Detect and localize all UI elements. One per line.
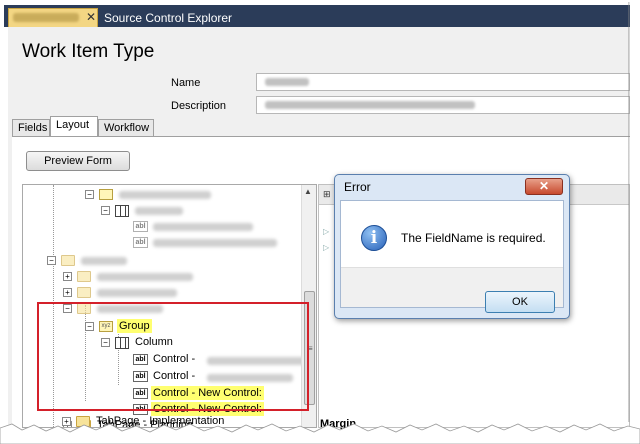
info-icon: i <box>361 225 387 251</box>
name-label: Name <box>171 77 201 89</box>
ok-button[interactable]: OK <box>485 291 555 313</box>
tree-item-label-blurred <box>81 257 127 265</box>
expander-icon[interactable]: + <box>63 288 72 297</box>
description-value-blurred <box>265 101 475 109</box>
screenshot-frame: ✕ Source Control Explorer Work Item Type… <box>0 0 640 444</box>
dialog-body: i The FieldName is required. OK <box>340 200 564 313</box>
tab-source-control-explorer[interactable]: Source Control Explorer <box>104 11 232 25</box>
tree-item-label-blurred <box>135 207 183 215</box>
expand-arrow-icon[interactable]: ▷ <box>323 243 329 252</box>
folder-icon <box>77 271 91 282</box>
tree-item-label-blurred <box>97 273 193 281</box>
expander-icon[interactable]: − <box>101 206 110 215</box>
text-control-icon: abl <box>133 237 148 248</box>
document-tab-strip: ✕ Source Control Explorer <box>4 5 630 27</box>
dialog-close-button[interactable]: ✕ <box>525 178 563 195</box>
tab-layout[interactable]: Layout <box>50 116 98 137</box>
expand-arrow-icon[interactable]: ▷ <box>323 227 329 236</box>
torn-edge-bottom <box>0 423 640 444</box>
tree-item-label-blurred <box>153 223 253 231</box>
dialog-message: The FieldName is required. <box>401 231 546 245</box>
expander-icon[interactable]: + <box>63 272 72 281</box>
error-dialog: Error ✕ i The FieldName is required. OK <box>334 174 570 319</box>
name-value-blurred <box>265 78 309 86</box>
categorized-icon[interactable]: ⊞ <box>323 189 331 200</box>
scroll-up-icon[interactable]: ▲ <box>304 187 312 196</box>
text-control-icon: abl <box>133 221 148 232</box>
tab-fields[interactable]: Fields <box>12 119 50 136</box>
folder-icon <box>77 287 91 298</box>
tree-item-label-blurred <box>153 239 277 247</box>
preview-form-button[interactable]: Preview Form <box>26 151 130 171</box>
name-field[interactable] <box>256 73 630 91</box>
tree-item-label-blurred <box>119 191 211 199</box>
tab-label-blurred <box>13 13 79 22</box>
folder-icon <box>61 255 75 266</box>
group-icon <box>99 189 113 200</box>
tab-workflow[interactable]: Workflow <box>98 119 154 136</box>
annotation-box <box>37 302 309 411</box>
expander-icon[interactable]: − <box>47 256 56 265</box>
dialog-title: Error <box>344 180 371 194</box>
description-field[interactable] <box>256 96 630 114</box>
torn-edge-right <box>630 0 640 444</box>
close-icon: ✕ <box>538 179 550 193</box>
column-icon <box>115 205 129 217</box>
close-tab-icon[interactable]: ✕ <box>86 10 96 24</box>
page-title: Work Item Type <box>22 41 155 62</box>
tree-item-label-blurred <box>97 289 177 297</box>
expander-icon[interactable]: − <box>85 190 94 199</box>
description-label: Description <box>171 100 227 112</box>
tab-initiative-wit[interactable]: ✕ <box>8 8 98 27</box>
